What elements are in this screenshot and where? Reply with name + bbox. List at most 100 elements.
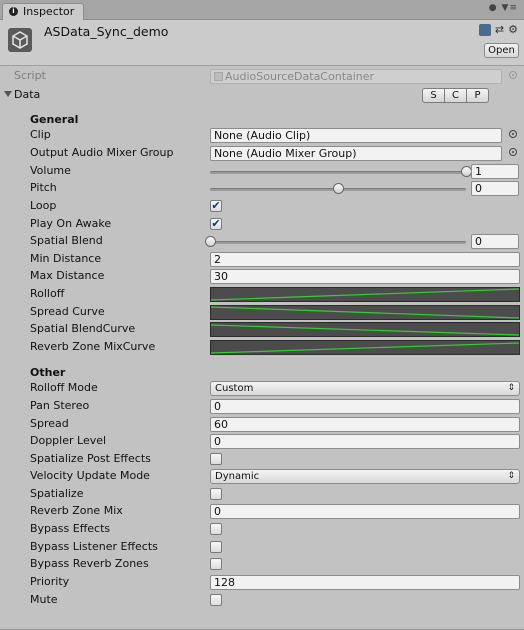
help-book-icon[interactable]	[478, 24, 491, 36]
reverb-mix-row: Reverb Zone Mix 0	[0, 503, 524, 520]
script-label: Script	[14, 69, 46, 82]
doppler-input[interactable]: 0	[210, 434, 520, 449]
copy-c-button[interactable]: C	[444, 88, 467, 103]
pitch-slider-thumb[interactable]	[333, 183, 344, 194]
tab-inspector[interactable]: i Inspector	[2, 3, 84, 20]
tab-label: Inspector	[23, 5, 75, 18]
bypass-listener-label: Bypass Listener Effects	[30, 540, 158, 553]
window-controls[interactable]: ● ▼≡	[489, 3, 518, 13]
min-distance-input[interactable]: 2	[210, 252, 520, 267]
dropdown-arrow-icon: ⇕	[507, 471, 515, 481]
mute-checkbox[interactable]	[210, 594, 222, 606]
spread-row: Spread 60	[0, 416, 524, 433]
spread-curve-field[interactable]	[210, 305, 520, 320]
bypass-listener-checkbox[interactable]	[210, 541, 222, 553]
spatial-blend-row: Spatial Blend 0	[0, 233, 524, 250]
max-distance-label: Max Distance	[30, 269, 105, 282]
open-button[interactable]: Open	[484, 43, 519, 58]
lock-icon[interactable]: ●	[489, 3, 498, 13]
clip-picker-icon[interactable]	[509, 130, 517, 138]
mute-row: Mute	[0, 592, 524, 609]
mixer-picker-icon[interactable]	[509, 148, 517, 156]
play-on-awake-row: Play On Awake ✔	[0, 216, 524, 233]
spatialize-post-checkbox[interactable]	[210, 453, 222, 465]
loop-checkbox[interactable]: ✔	[210, 200, 222, 212]
priority-label: Priority	[30, 575, 70, 588]
foldout-arrow-icon[interactable]	[4, 91, 12, 97]
spatialize-row: Spatialize	[0, 486, 524, 503]
spatial-blend-slider-track[interactable]	[210, 241, 466, 244]
unity-logo-icon	[8, 28, 32, 52]
bypass-effects-label: Bypass Effects	[30, 522, 111, 535]
data-label[interactable]: Data	[14, 88, 40, 101]
settings-sliders-icon[interactable]: ⇄	[495, 24, 504, 36]
menu-icon[interactable]: ▼≡	[502, 3, 518, 13]
pan-stereo-input[interactable]: 0	[210, 399, 520, 414]
spatial-blend-slider-thumb[interactable]	[205, 236, 216, 247]
rolloff-curve-field[interactable]	[210, 287, 520, 302]
paste-p-button[interactable]: P	[466, 88, 489, 103]
script-row: Script AudioSourceDataContainer	[0, 68, 524, 85]
reverb-mix-label: Reverb Zone Mix	[30, 504, 123, 517]
pitch-input[interactable]: 0	[471, 181, 519, 196]
reverb-curve-row: Reverb Zone MixCurve	[0, 339, 524, 356]
pan-stereo-row: Pan Stereo 0	[0, 398, 524, 415]
spread-input[interactable]: 60	[210, 417, 520, 432]
bypass-effects-checkbox[interactable]	[210, 523, 222, 535]
doppler-row: Doppler Level 0	[0, 433, 524, 450]
min-distance-label: Min Distance	[30, 252, 102, 265]
volume-label: Volume	[30, 164, 71, 177]
clip-field[interactable]: None (Audio Clip)	[210, 128, 502, 143]
velocity-mode-dropdown[interactable]: Dynamic ⇕	[210, 469, 520, 484]
spatialize-checkbox[interactable]	[210, 488, 222, 500]
script-file-icon	[214, 72, 223, 81]
spatialize-post-row: Spatialize Post Effects	[0, 451, 524, 468]
spatialize-label: Spatialize	[30, 487, 84, 500]
max-distance-row: Max Distance 30	[0, 268, 524, 285]
save-s-button[interactable]: S	[422, 88, 445, 103]
play-on-awake-label: Play On Awake	[30, 217, 112, 230]
velocity-mode-row: Velocity Update Mode Dynamic ⇕	[0, 468, 524, 485]
volume-row: Volume 1	[0, 163, 524, 180]
inspector-header: ASData_Sync_demo ⇄ ⚙ Open	[0, 20, 524, 66]
mute-label: Mute	[30, 593, 58, 606]
rolloff-mode-value: Custom	[215, 383, 254, 394]
rolloff-mode-label: Rolloff Mode	[30, 381, 98, 394]
spatial-blend-curve-row: Spatial BlendCurve	[0, 321, 524, 338]
tab-bar: i Inspector ● ▼≡	[0, 0, 524, 20]
priority-row: Priority 128	[0, 574, 524, 591]
play-on-awake-checkbox[interactable]: ✔	[210, 218, 222, 230]
loop-label: Loop	[30, 199, 57, 212]
rolloff-label: Rolloff	[30, 287, 65, 300]
spatial-blend-input[interactable]: 0	[471, 234, 519, 249]
data-row: Data S C P	[0, 87, 524, 104]
reverb-curve-label: Reverb Zone MixCurve	[30, 340, 156, 353]
spatial-blend-curve-label: Spatial BlendCurve	[30, 322, 136, 335]
spatialize-post-label: Spatialize Post Effects	[30, 452, 151, 465]
rolloff-mode-dropdown[interactable]: Custom ⇕	[210, 381, 520, 396]
bypass-listener-row: Bypass Listener Effects	[0, 539, 524, 556]
bypass-reverb-checkbox[interactable]	[210, 558, 222, 570]
gear-icon[interactable]: ⚙	[508, 24, 518, 36]
data-buttons: S C P	[422, 88, 489, 103]
volume-input[interactable]: 1	[471, 164, 519, 179]
volume-slider-track[interactable]	[210, 171, 466, 174]
max-distance-input[interactable]: 30	[210, 269, 520, 284]
spread-curve-label: Spread Curve	[30, 305, 105, 318]
bypass-reverb-label: Bypass Reverb Zones	[30, 557, 149, 570]
dropdown-arrow-icon: ⇕	[507, 383, 515, 393]
bypass-effects-row: Bypass Effects	[0, 521, 524, 538]
object-name: ASData_Sync_demo	[44, 24, 169, 39]
spatial-blend-curve-field[interactable]	[210, 322, 520, 337]
reverb-curve-field[interactable]	[210, 340, 520, 355]
mixer-field[interactable]: None (Audio Mixer Group)	[210, 146, 502, 161]
rolloff-mode-row: Rolloff Mode Custom ⇕	[0, 380, 524, 397]
general-heading: General	[30, 113, 79, 126]
bypass-reverb-row: Bypass Reverb Zones	[0, 556, 524, 573]
pitch-label: Pitch	[30, 181, 57, 194]
doppler-label: Doppler Level	[30, 434, 107, 447]
script-value: AudioSourceDataContainer	[225, 70, 375, 83]
clip-row: Clip None (Audio Clip)	[0, 127, 524, 144]
priority-input[interactable]: 128	[210, 575, 520, 590]
reverb-mix-input[interactable]: 0	[210, 504, 520, 519]
